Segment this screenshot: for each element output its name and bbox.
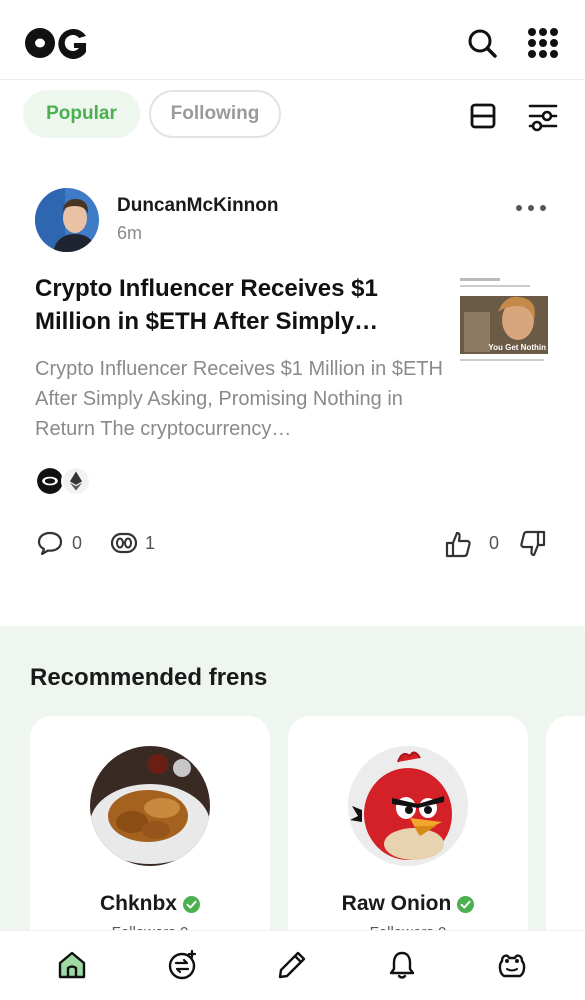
- frog-icon[interactable]: [496, 949, 528, 981]
- fren-card[interactable]: Chknbx Followers 0: [30, 716, 270, 956]
- post-excerpt: Crypto Influencer Receives $1 Million in…: [35, 358, 443, 440]
- feed-tabs: Popular Following: [0, 80, 585, 150]
- home-icon[interactable]: [56, 949, 88, 981]
- tab-popular[interactable]: Popular: [23, 90, 140, 138]
- repost-icon[interactable]: [110, 529, 138, 557]
- post-time: 6m: [117, 223, 143, 243]
- fren-name-row: Chknbx: [30, 892, 270, 916]
- post-thumbnail[interactable]: You Get Nothin: [458, 272, 550, 368]
- repost-count: 1: [145, 533, 156, 553]
- fren-avatar[interactable]: [90, 746, 210, 866]
- fren-card-partial[interactable]: [546, 716, 585, 956]
- og-logo[interactable]: [24, 26, 92, 60]
- author-avatar[interactable]: [35, 188, 99, 252]
- swap-icon[interactable]: [166, 949, 198, 981]
- fren-card[interactable]: Raw Onion Followers 0: [288, 716, 528, 956]
- filter-icon[interactable]: [527, 100, 559, 132]
- verified-check-icon: [457, 895, 475, 913]
- thumbnail-caption: You Get Nothin: [488, 343, 546, 352]
- top-bar: [0, 0, 585, 80]
- post-actions: 0 1 0: [0, 525, 585, 565]
- recommended-title: Recommended frens: [30, 664, 268, 691]
- bottom-nav: [0, 930, 585, 1000]
- token-tags: [35, 466, 105, 498]
- like-count: 0: [489, 533, 500, 553]
- verified-check-icon: [183, 895, 200, 913]
- tab-following[interactable]: Following: [149, 90, 281, 138]
- grid-icon[interactable]: [527, 26, 559, 60]
- fren-name[interactable]: Chknbx: [100, 892, 177, 915]
- post-title[interactable]: Crypto Influencer Receives $1 Million in…: [35, 272, 435, 338]
- recommended-section: Recommended frens Chknbx Followers 0: [0, 626, 585, 956]
- pencil-icon[interactable]: [276, 949, 308, 981]
- thumbs-down-icon[interactable]: [517, 529, 547, 559]
- fren-name[interactable]: Raw Onion: [342, 892, 452, 915]
- author-name[interactable]: DuncanMcKinnon: [117, 195, 279, 217]
- more-options-icon[interactable]: [512, 198, 550, 218]
- comment-icon[interactable]: [36, 529, 64, 557]
- bell-icon[interactable]: [386, 949, 418, 981]
- comment-count: 0: [72, 533, 83, 553]
- fren-name-row: Raw Onion: [288, 892, 528, 916]
- search-icon[interactable]: [466, 26, 498, 60]
- thumbs-up-icon[interactable]: [444, 529, 474, 559]
- ethereum-token-icon[interactable]: [61, 466, 91, 496]
- layout-icon[interactable]: [469, 102, 497, 130]
- fren-avatar[interactable]: [348, 746, 468, 866]
- feed-post[interactable]: DuncanMcKinnon 6m Crypto Influencer Rece…: [0, 150, 585, 612]
